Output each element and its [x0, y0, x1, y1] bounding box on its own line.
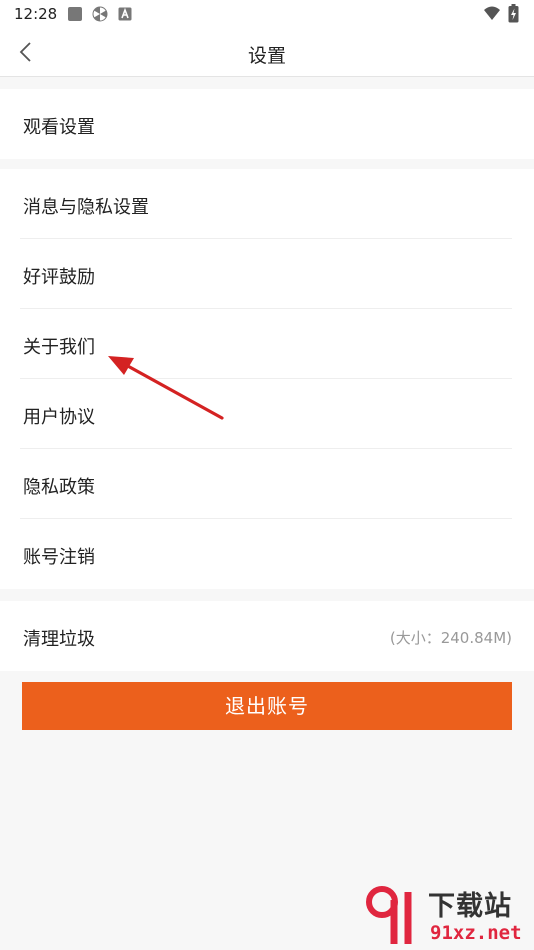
- settings-item-clear-cache[interactable]: 清理垃圾 (大小：240.84M): [0, 601, 534, 671]
- settings-item-user-agreement[interactable]: 用户协议: [0, 379, 534, 449]
- settings-section-1: 观看设置: [0, 89, 534, 159]
- status-time: 12:28: [14, 5, 58, 23]
- page-title: 设置: [247, 45, 286, 67]
- settings-item-about-us[interactable]: 关于我们: [0, 309, 534, 379]
- cache-size-text: (大小：240.84M): [389, 629, 512, 647]
- settings-item-viewing[interactable]: 观看设置: [0, 89, 534, 159]
- settings-section-3: 清理垃圾 (大小：240.84M): [0, 601, 534, 671]
- settings-item-delete-account[interactable]: 账号注销: [0, 519, 534, 589]
- settings-section-2: 消息与隐私设置 好评鼓励 关于我们 用户协议 隐私政策 账号注销: [0, 169, 534, 589]
- site-logo-icon: [366, 886, 412, 944]
- settings-item-label: 好评鼓励: [23, 267, 95, 288]
- gallery-icon: [67, 6, 83, 26]
- settings-item-label: 观看设置: [23, 117, 95, 138]
- settings-item-label: 账号注销: [23, 547, 95, 568]
- settings-item-label: 消息与隐私设置: [23, 197, 149, 218]
- pinwheel-icon: [92, 6, 108, 26]
- settings-item-rate-us[interactable]: 好评鼓励: [0, 239, 534, 309]
- wifi-icon: [483, 5, 501, 25]
- watermark-title: 下载站: [428, 891, 512, 922]
- settings-item-label: 关于我们: [23, 337, 95, 358]
- logout-button[interactable]: 退出账号: [22, 682, 512, 730]
- settings-item-privacy-policy[interactable]: 隐私政策: [0, 449, 534, 519]
- watermark-url: 91xz.net: [430, 922, 522, 944]
- settings-item-message-privacy[interactable]: 消息与隐私设置: [0, 169, 534, 239]
- settings-item-label: 清理垃圾: [23, 629, 95, 650]
- app-a-icon: [118, 6, 132, 25]
- app-header: 设置: [0, 28, 534, 77]
- status-bar: 12:28: [0, 0, 534, 28]
- settings-item-label: 隐私政策: [23, 477, 95, 498]
- battery-icon: [508, 4, 519, 27]
- settings-item-label: 用户协议: [23, 407, 95, 428]
- site-watermark: 下载站 91xz.net: [364, 880, 534, 950]
